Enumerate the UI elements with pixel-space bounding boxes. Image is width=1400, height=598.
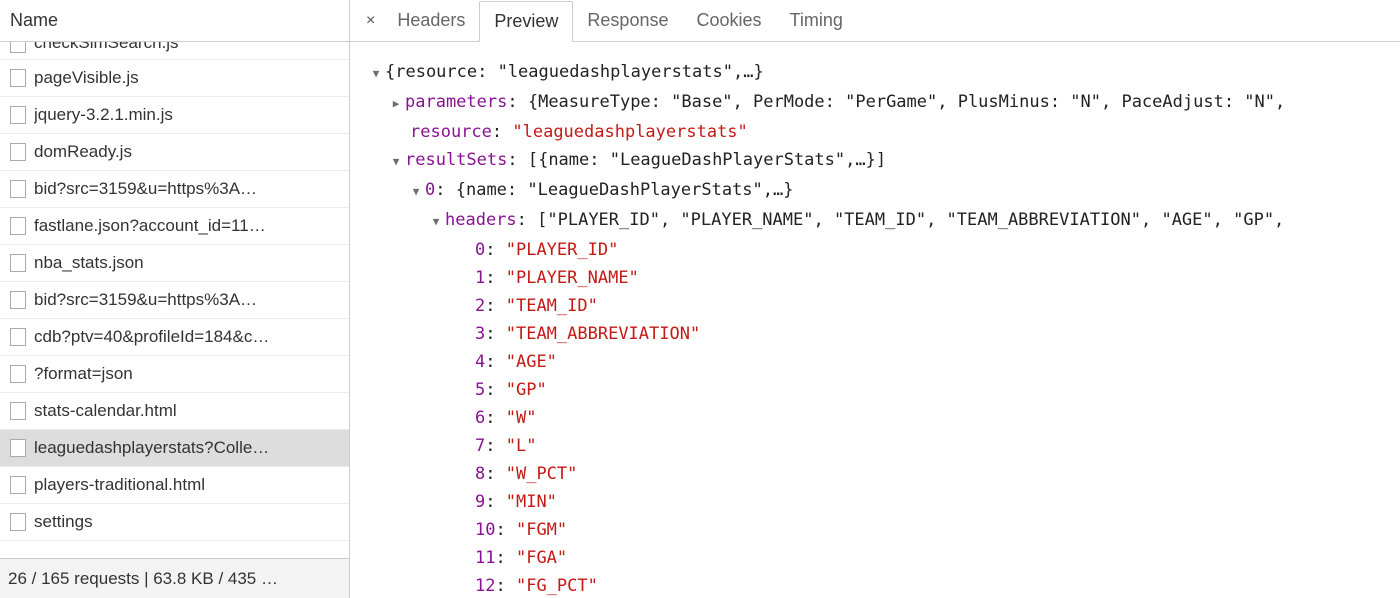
- request-name: players-traditional.html: [34, 475, 205, 495]
- request-name: bid?src=3159&u=https%3A…: [34, 290, 257, 310]
- json-key: resource: [410, 122, 492, 142]
- json-summary: {name: "LeagueDashPlayerStats",…}: [456, 180, 794, 200]
- json-index: 3: [475, 324, 485, 344]
- tab-cookies[interactable]: Cookies: [682, 1, 775, 41]
- expand-toggle-icon[interactable]: [410, 178, 422, 206]
- request-list[interactable]: checkSimSearch.js pageVisible.js jquery-3.…: [0, 42, 349, 558]
- tab-preview[interactable]: Preview: [479, 1, 573, 42]
- request-name: domReady.js: [34, 142, 132, 162]
- file-icon: [10, 254, 26, 272]
- request-row[interactable]: pageVisible.js: [0, 60, 349, 97]
- json-string: "FGA": [516, 548, 567, 568]
- json-string: "TEAM_ID": [506, 296, 598, 316]
- json-index: 9: [475, 492, 485, 512]
- expand-toggle-icon[interactable]: [390, 148, 402, 176]
- json-string: "W_PCT": [506, 464, 578, 484]
- file-icon: [10, 328, 26, 346]
- request-name: leaguedashplayerstats?Colle…: [34, 438, 269, 458]
- request-row[interactable]: jquery-3.2.1.min.js: [0, 97, 349, 134]
- file-icon: [10, 439, 26, 457]
- json-string: "PLAYER_ID": [506, 240, 619, 260]
- request-name: checkSimSearch.js: [34, 42, 179, 53]
- request-name: nba_stats.json: [34, 253, 144, 273]
- file-icon: [10, 42, 26, 53]
- network-request-list-panel: Name checkSimSearch.js pageVisible.js jque…: [0, 0, 350, 598]
- tab-response[interactable]: Response: [573, 1, 682, 41]
- json-index: 4: [475, 352, 485, 372]
- expand-toggle-icon[interactable]: [390, 90, 402, 118]
- json-index: 1: [475, 268, 485, 288]
- file-icon: [10, 217, 26, 235]
- request-row[interactable]: stats-calendar.html: [0, 393, 349, 430]
- request-row[interactable]: settings: [0, 504, 349, 541]
- expand-toggle-icon[interactable]: [370, 60, 382, 88]
- json-index: 11: [475, 548, 495, 568]
- file-icon: [10, 513, 26, 531]
- request-detail-panel: × HeadersPreviewResponseCookiesTiming {r…: [350, 0, 1400, 598]
- file-icon: [10, 143, 26, 161]
- json-index: 12: [475, 576, 495, 596]
- request-row[interactable]: players-traditional.html: [0, 467, 349, 504]
- json-index: 6: [475, 408, 485, 428]
- request-row[interactable]: bid?src=3159&u=https%3A…: [0, 171, 349, 208]
- json-string: "PLAYER_NAME": [506, 268, 639, 288]
- json-index: 10: [475, 520, 495, 540]
- json-string: "TEAM_ABBREVIATION": [506, 324, 700, 344]
- file-icon: [10, 180, 26, 198]
- json-index: 8: [475, 464, 485, 484]
- json-string: "MIN": [506, 492, 557, 512]
- request-row[interactable]: bid?src=3159&u=https%3A…: [0, 282, 349, 319]
- file-icon: [10, 402, 26, 420]
- json-summary: [{name: "LeagueDashPlayerStats",…}]: [528, 150, 886, 170]
- request-name: settings: [34, 512, 93, 532]
- request-name: jquery-3.2.1.min.js: [34, 105, 173, 125]
- request-row[interactable]: ?format=json: [0, 356, 349, 393]
- file-icon: [10, 476, 26, 494]
- json-summary: {MeasureType: "Base", PerMode: "PerGame"…: [528, 92, 1285, 112]
- request-name: ?format=json: [34, 364, 133, 384]
- json-string: "FG_PCT": [516, 576, 598, 596]
- json-string: "leaguedashplayerstats": [512, 122, 747, 142]
- json-key: headers: [445, 210, 517, 230]
- request-row[interactable]: cdb?ptv=40&profileId=184&c…: [0, 319, 349, 356]
- json-key: parameters: [405, 92, 507, 112]
- request-summary-footer: 26 / 165 requests | 63.8 KB / 435 …: [0, 558, 349, 598]
- file-icon: [10, 365, 26, 383]
- json-summary: {resource: "leaguedashplayerstats",…}: [385, 62, 764, 82]
- request-row[interactable]: nba_stats.json: [0, 245, 349, 282]
- expand-toggle-icon[interactable]: [430, 208, 442, 236]
- json-string: "FGM": [516, 520, 567, 540]
- request-row[interactable]: domReady.js: [0, 134, 349, 171]
- json-string: "L": [506, 436, 537, 456]
- request-name: pageVisible.js: [34, 68, 139, 88]
- request-row[interactable]: checkSimSearch.js: [0, 42, 349, 60]
- json-key: resultSets: [405, 150, 507, 170]
- json-index: 7: [475, 436, 485, 456]
- json-preview[interactable]: {resource: "leaguedashplayerstats",…} pa…: [350, 42, 1400, 598]
- json-string: "GP": [506, 380, 547, 400]
- json-string: "W": [506, 408, 537, 428]
- file-icon: [10, 69, 26, 87]
- json-summary: ["PLAYER_ID", "PLAYER_NAME", "TEAM_ID", …: [537, 210, 1284, 230]
- name-column-header[interactable]: Name: [0, 0, 349, 42]
- request-name: stats-calendar.html: [34, 401, 177, 421]
- request-name: bid?src=3159&u=https%3A…: [34, 179, 257, 199]
- file-icon: [10, 106, 26, 124]
- json-index: 5: [475, 380, 485, 400]
- detail-tab-bar: × HeadersPreviewResponseCookiesTiming: [350, 0, 1400, 42]
- request-name: cdb?ptv=40&profileId=184&c…: [34, 327, 269, 347]
- tab-headers[interactable]: Headers: [383, 1, 479, 41]
- request-name: fastlane.json?account_id=11…: [34, 216, 266, 236]
- close-icon[interactable]: ×: [358, 12, 383, 30]
- json-index: 2: [475, 296, 485, 316]
- json-key: 0: [425, 180, 435, 200]
- tab-timing[interactable]: Timing: [776, 1, 857, 41]
- json-index: 0: [475, 240, 485, 260]
- file-icon: [10, 291, 26, 309]
- request-row[interactable]: leaguedashplayerstats?Colle…: [0, 430, 349, 467]
- request-row[interactable]: fastlane.json?account_id=11…: [0, 208, 349, 245]
- json-string: "AGE": [506, 352, 557, 372]
